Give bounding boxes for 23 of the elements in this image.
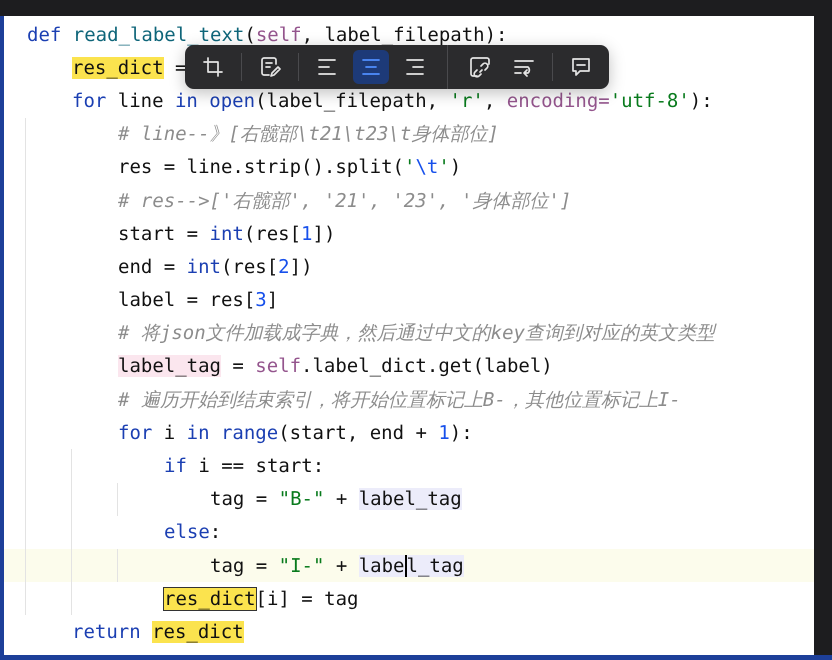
code-line: # 将json文件加载成字典，然后通过中文的key查询到对应的英文类型 (118, 321, 715, 346)
crop-icon (201, 55, 225, 79)
comment-icon (569, 55, 593, 79)
code-line: label_tag = self.label_dict.get(label) (118, 355, 553, 378)
code-line: for i in range(start, end + 1): (118, 422, 473, 444)
code-line: else: (164, 521, 222, 544)
code-line: # line--》[右髋部\t21\t23\t身体部位] (118, 122, 499, 148)
edit-note-icon (258, 55, 282, 79)
code-line: def read_label_text(self, label_filepath): (27, 24, 508, 46)
code-line: for line in open(label_filepath, 'r', encoding='utf-8'): (72, 90, 713, 112)
code-line: # 遍历开始到结束索引，将开始位置标记上B-，其他位置标记上I- (118, 388, 681, 413)
code-line: return res_dict (72, 620, 244, 643)
link-icon (468, 55, 492, 79)
code-line: end = int(res[2]) (118, 256, 313, 278)
code-line: # res-->['右髋部', '21', '23', '身体部位'] (118, 188, 572, 214)
code-line: tag = "B-" + label_tag (210, 488, 462, 510)
code-line: if i == start: (164, 455, 324, 478)
code-line: res_dict[i] = tag (164, 588, 358, 610)
code-line: start = int(res[1]) (118, 222, 336, 245)
code-line: tag = "I-" + labe l_tag (210, 554, 464, 577)
code-line: res = line.strip().split('\t') (118, 156, 462, 178)
code-line: label = res[3] (118, 289, 278, 312)
align-center-button[interactable] (353, 50, 389, 84)
